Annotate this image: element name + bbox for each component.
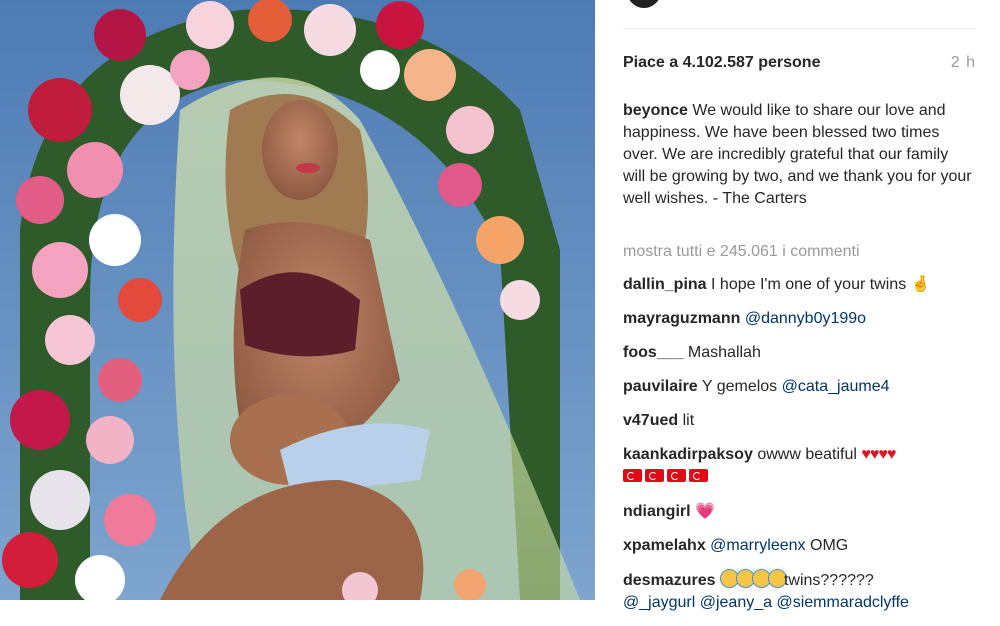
comment-item: xpamelahx @marryleenx OMG: [623, 535, 983, 557]
comment-username[interactable]: foos___: [623, 344, 683, 361]
divider: [623, 28, 976, 29]
comment-text: I hope I'm one of your twins: [711, 276, 907, 293]
pregnant-woman-flowers-image: [0, 0, 595, 600]
comment-item: pauvilaire Y gemelos @cata_jaume4: [623, 376, 983, 398]
comment-mention[interactable]: @cata_jaume4: [782, 378, 890, 395]
comment-item: foos___ Mashallah: [623, 342, 983, 364]
comment-username[interactable]: dallin_pina: [623, 276, 707, 293]
comment-username[interactable]: ndiangirl: [623, 503, 691, 520]
post-caption: beyonce We would like to share our love …: [623, 100, 973, 210]
comment-item: kaankadirpaksoy owww beatiful ♥♥♥♥: [623, 444, 983, 488]
sparkling-heart-icon: 💗: [695, 501, 715, 520]
view-all-comments-link[interactable]: mostra tutti e 245.061 i commenti: [623, 243, 860, 261]
comment-mention[interactable]: @siemmaradclyffe: [776, 594, 908, 611]
hand-crossed-fingers-icon: 🤞: [910, 274, 931, 293]
post-detail-panel: Piace a 4.102.587 persone 2 h beyonce We…: [595, 0, 1000, 611]
comment-item: mayraguzmann @dannyb0y199o: [623, 308, 983, 330]
comments-list: dallin_pina I hope I'm one of your twins…: [623, 273, 983, 626]
comment-text: owww beatiful: [757, 446, 857, 463]
comment-mention[interactable]: @_jaygurl: [623, 594, 695, 611]
comment-text: twins??????: [783, 572, 874, 589]
comment-item: ndiangirl 💗: [623, 500, 983, 523]
avatar[interactable]: [627, 0, 661, 8]
comment-mention[interactable]: @jeany_a: [700, 594, 772, 611]
comment-username[interactable]: xpamelahx: [623, 537, 706, 554]
comment-text: OMG: [810, 537, 849, 554]
comment-username[interactable]: v47ued: [623, 412, 678, 429]
comment-username[interactable]: pauvilaire: [623, 378, 698, 395]
comment-item: v47ued lit: [623, 410, 983, 432]
post-photo[interactable]: [0, 0, 595, 600]
comment-text: lit: [682, 412, 695, 429]
red-heart-icon: ♥♥♥♥: [861, 446, 896, 463]
post-timestamp: 2 h: [950, 54, 976, 71]
comment-username[interactable]: mayraguzmann: [623, 310, 740, 327]
screaming-face-icon: [719, 569, 787, 589]
comment-mention[interactable]: @marryleenx: [710, 537, 805, 554]
comment-mention[interactable]: @dannyb0y199o: [745, 310, 866, 327]
comment-item: dallin_pina I hope I'm one of your twins…: [623, 273, 983, 296]
comment-item: desmazures twins?????? @_jaygurl @jeany_…: [623, 569, 983, 614]
comment-username[interactable]: kaankadirpaksoy: [623, 446, 753, 463]
comment-text: Y gemelos: [701, 378, 778, 395]
caption-username[interactable]: beyonce: [623, 102, 688, 119]
turkish-flag-icon: [623, 468, 711, 485]
comment-text: Mashallah: [687, 344, 761, 361]
comment-username[interactable]: desmazures: [623, 572, 716, 589]
likes-count[interactable]: Piace a 4.102.587 persone: [623, 54, 820, 72]
